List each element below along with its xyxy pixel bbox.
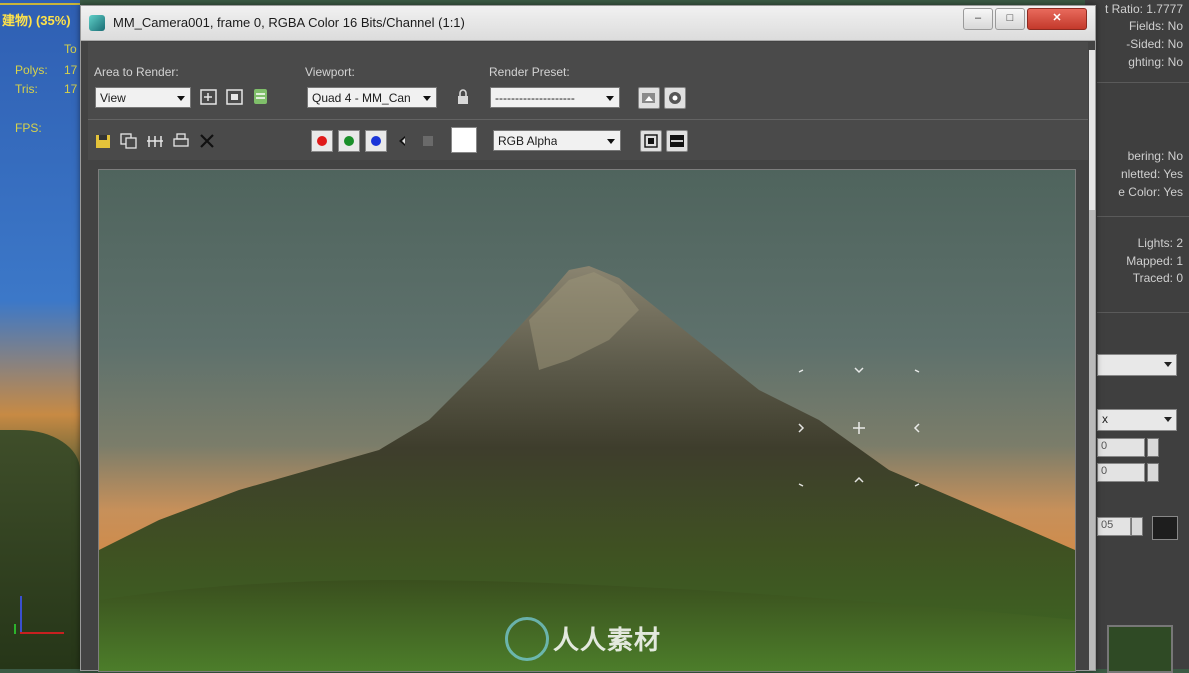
- panel-dropdown-2-value: x: [1102, 412, 1108, 426]
- panel-spinner-1[interactable]: 0: [1097, 438, 1145, 457]
- viewport-label: Viewport:: [305, 65, 355, 79]
- chevron-down-icon: [1164, 417, 1172, 422]
- left-viewport[interactable]: 建物) (35%) To Polys: 17 Tris: 17 FPS:: [0, 0, 80, 669]
- axis-z-icon: [14, 624, 26, 634]
- render-preset-value: --------------------: [495, 91, 575, 105]
- 3dsmax-app-icon: [89, 15, 105, 31]
- spinner-arrows-icon[interactable]: [1131, 517, 1143, 536]
- rendered-frame-window: MM_Camera001, frame 0, RGBA Color 16 Bit…: [80, 5, 1096, 672]
- viewport-label[interactable]: 建物) (35%): [2, 10, 71, 29]
- red-channel-toggle[interactable]: [311, 130, 333, 152]
- minimize-button[interactable]: –: [963, 8, 993, 30]
- panel-spinner-3-value: 05: [1101, 519, 1114, 531]
- stat-fps-label: FPS:: [15, 121, 42, 135]
- edit-region-icon[interactable]: [198, 86, 220, 108]
- render-info-traced: Traced: 0: [1132, 271, 1183, 285]
- maximize-button[interactable]: □: [995, 8, 1025, 30]
- chevron-down-icon: [607, 139, 615, 144]
- panel-divider: [1097, 312, 1189, 313]
- close-button[interactable]: ✕: [1027, 8, 1087, 30]
- render-info-lighting: ghting: No: [1128, 55, 1183, 69]
- viewport-border: [0, 3, 80, 5]
- render-settings-icon[interactable]: [664, 87, 686, 109]
- spinner-arrows-icon[interactable]: [1147, 463, 1159, 482]
- area-to-render-value: View: [100, 91, 126, 105]
- render-info-lights: Lights: 2: [1137, 236, 1183, 250]
- toggle-ui-overlay-icon[interactable]: [640, 130, 662, 152]
- render-info-fields: Fields: No: [1128, 19, 1183, 33]
- copy-image-icon[interactable]: [118, 130, 140, 152]
- color-swatch[interactable]: [451, 127, 477, 153]
- alpha-channel-icon[interactable]: [391, 130, 413, 152]
- panel-spinner-2-value: 0: [1101, 465, 1108, 477]
- command-panel: t Ratio: 1.7777 Fields: No -Sided: No gh…: [1085, 0, 1189, 673]
- clear-icon[interactable]: [196, 130, 218, 152]
- viewport-value: Quad 4 - MM_Can: [312, 91, 411, 105]
- render-info-mapped: Mapped: 1: [1126, 254, 1183, 268]
- area-to-render-label: Area to Render:: [94, 65, 179, 79]
- channel-display-value: RGB Alpha: [498, 134, 558, 148]
- render-preset-label: Render Preset:: [489, 65, 570, 79]
- color-swatch[interactable]: [1152, 516, 1178, 540]
- panel-spinner-2[interactable]: 0: [1097, 463, 1145, 482]
- panel-dropdown-2[interactable]: x: [1097, 409, 1177, 431]
- monochrome-icon[interactable]: [417, 130, 439, 152]
- panel-spinner-1-value: 0: [1101, 440, 1108, 452]
- toggle-ui-icon[interactable]: [666, 130, 688, 152]
- green-channel-toggle[interactable]: [338, 130, 360, 152]
- panel-dropdown-1[interactable]: [1097, 354, 1177, 376]
- rendered-image[interactable]: [98, 169, 1076, 672]
- chevron-down-icon: [177, 96, 185, 101]
- render-info-premultiplied: nletted: Yes: [1120, 167, 1183, 181]
- render-info-sided: -Sided: No: [1126, 37, 1183, 51]
- channel-display-dropdown[interactable]: RGB Alpha: [493, 130, 621, 151]
- chevron-down-icon: [1164, 362, 1172, 367]
- blue-channel-toggle[interactable]: [365, 130, 387, 152]
- red-channel-icon: [317, 136, 327, 146]
- auto-region-icon[interactable]: [224, 86, 246, 108]
- scrollbar-thumb[interactable]: [1089, 50, 1095, 210]
- stat-polys-label: Polys:: [15, 63, 48, 77]
- spinner-arrows-icon[interactable]: [1147, 438, 1159, 457]
- render-production-icon[interactable]: [638, 87, 660, 109]
- render-toolbar: Area to Render: View Viewport: Quad 4 - …: [88, 42, 1088, 160]
- axis-x-icon: [20, 632, 64, 634]
- green-channel-icon: [344, 136, 354, 146]
- render-info-color: e Color: Yes: [1118, 185, 1183, 199]
- stat-total-label: To: [64, 42, 77, 56]
- panel-divider: [1097, 216, 1189, 217]
- stat-polys-value: 17: [64, 63, 78, 77]
- render-info-numbering: bering: No: [1127, 149, 1183, 163]
- clone-frame-icon[interactable]: [144, 130, 166, 152]
- render-preset-dropdown[interactable]: --------------------: [490, 87, 620, 108]
- viewport-dropdown[interactable]: Quad 4 - MM_Can: [307, 87, 437, 108]
- stat-tris-value: 17: [64, 82, 78, 96]
- vertical-scrollbar[interactable]: [1089, 50, 1095, 670]
- print-image-icon[interactable]: [170, 130, 192, 152]
- stat-tris-label: Tris:: [15, 82, 38, 96]
- panel-spinner-3[interactable]: 05: [1097, 517, 1131, 536]
- mountain-render-image: [99, 170, 1075, 671]
- blue-channel-icon: [371, 136, 381, 146]
- material-preview-thumbnail[interactable]: [1107, 625, 1173, 673]
- watermark-text: 人人素材: [553, 625, 662, 655]
- title-bar[interactable]: MM_Camera001, frame 0, RGBA Color 16 Bit…: [81, 6, 1095, 41]
- watermark-logo: [505, 617, 549, 661]
- render-info-aspect: t Ratio: 1.7777: [1104, 2, 1183, 16]
- render-setup-icon[interactable]: [250, 86, 272, 108]
- chevron-down-icon: [606, 96, 614, 101]
- toolbar-divider: [88, 119, 1088, 120]
- area-to-render-dropdown[interactable]: View: [95, 87, 191, 108]
- window-title: MM_Camera001, frame 0, RGBA Color 16 Bit…: [113, 15, 465, 30]
- save-image-icon[interactable]: [92, 130, 114, 152]
- panel-divider: [1097, 82, 1189, 83]
- lock-icon[interactable]: [452, 86, 474, 108]
- chevron-down-icon: [423, 96, 431, 101]
